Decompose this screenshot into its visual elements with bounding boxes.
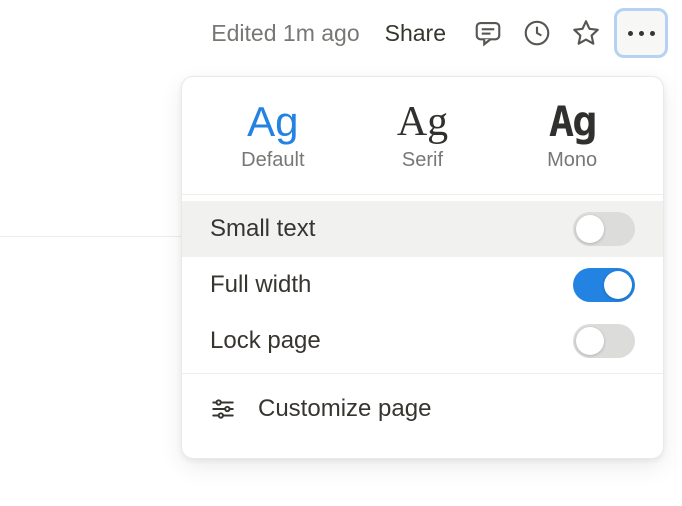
- toggle-switch[interactable]: [573, 324, 635, 358]
- toggle-label: Lock page: [210, 327, 321, 355]
- toggle-full-width[interactable]: Full width: [182, 257, 663, 313]
- customize-page-button[interactable]: Customize page: [182, 380, 663, 438]
- page-options-menu: Ag Default Ag Serif Ag Mono Small text F…: [181, 76, 664, 459]
- font-label: Mono: [547, 149, 597, 172]
- star-icon[interactable]: [563, 10, 609, 56]
- font-sample: Ag: [549, 101, 596, 143]
- more-button[interactable]: [614, 8, 668, 58]
- customize-label: Customize page: [258, 395, 431, 423]
- top-toolbar: Edited 1m ago Share: [0, 0, 682, 66]
- edit-status: Edited 1m ago: [211, 20, 359, 47]
- toggle-lock-page[interactable]: Lock page: [182, 313, 663, 369]
- font-label: Serif: [402, 149, 443, 172]
- share-button[interactable]: Share: [385, 20, 446, 47]
- font-label: Default: [241, 149, 304, 172]
- toggle-label: Small text: [210, 215, 315, 243]
- font-sample: Ag: [247, 101, 298, 143]
- history-icon[interactable]: [514, 10, 560, 56]
- font-option-mono[interactable]: Ag Mono: [512, 101, 632, 172]
- comments-icon[interactable]: [465, 10, 511, 56]
- sliders-icon: [210, 396, 236, 422]
- font-option-default[interactable]: Ag Default: [213, 101, 333, 172]
- toggle-switch[interactable]: [573, 212, 635, 246]
- toggle-switch[interactable]: [573, 268, 635, 302]
- menu-divider: [182, 373, 663, 374]
- font-sample: Ag: [397, 101, 448, 143]
- toggle-small-text[interactable]: Small text: [182, 201, 663, 257]
- font-option-serif[interactable]: Ag Serif: [362, 101, 482, 172]
- page-divider: [0, 236, 181, 237]
- menu-divider: [182, 194, 663, 195]
- toggle-label: Full width: [210, 271, 311, 299]
- font-picker: Ag Default Ag Serif Ag Mono: [182, 77, 663, 190]
